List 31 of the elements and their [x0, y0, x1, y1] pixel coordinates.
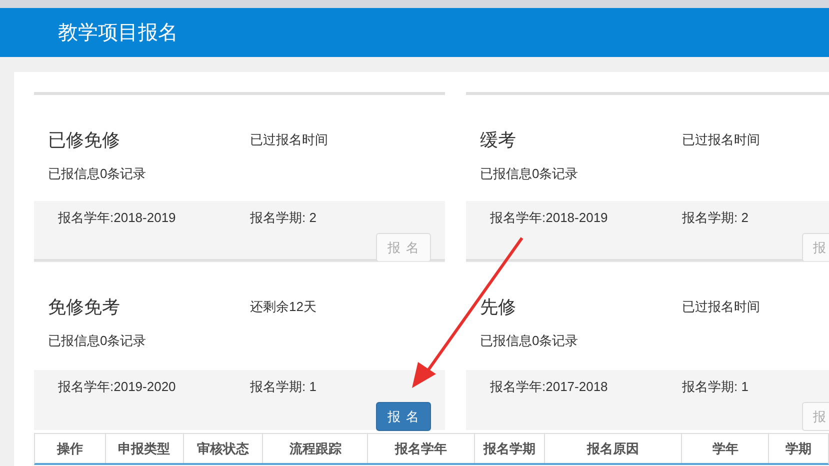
- year-text: 报名学年:2019-2020: [58, 378, 177, 396]
- project-title: 先修: [480, 296, 517, 319]
- term-text: 报名学期: 2: [682, 209, 748, 227]
- page-title: 教学项目报名: [58, 21, 178, 46]
- project-title: 已修免修: [48, 129, 121, 152]
- column-header: 报名原因: [587, 440, 640, 458]
- term-text: 报名学期: 1: [682, 378, 748, 396]
- year-text: 报名学年:2017-2018: [490, 378, 609, 396]
- records-text: 已报信息0条记录: [48, 333, 146, 348]
- year-text: 报名学年:2018-2019: [490, 209, 609, 227]
- project-title: 缓考: [480, 129, 517, 152]
- column-header: 审核状态: [197, 440, 250, 458]
- records-text: 已报信息0条记录: [48, 166, 146, 181]
- status-text: 已过报名时间: [250, 131, 328, 149]
- status-text: 已过报名时间: [682, 298, 760, 316]
- column-header: 操作: [56, 440, 83, 458]
- column-header: 申报类型: [118, 440, 170, 458]
- status-text: 已过报名时间: [682, 131, 760, 149]
- column-header: 学期: [786, 440, 812, 458]
- column-header: 流程跟踪: [289, 440, 342, 458]
- status-text: 还剩余12天: [250, 298, 316, 316]
- records-text: 已报信息0条记录: [480, 166, 578, 181]
- term-text: 报名学期: 1: [250, 378, 316, 396]
- project-title: 免修免考: [48, 296, 121, 319]
- signup-button[interactable]: 报 名: [376, 402, 431, 431]
- year-text: 报名学年:2018-2019: [58, 209, 177, 227]
- term-text: 报名学期: 2: [250, 209, 316, 227]
- column-header: 报名学年: [395, 440, 448, 458]
- column-header: 学年: [712, 440, 738, 458]
- column-header: 报名学期: [483, 440, 536, 458]
- records-text: 已报信息0条记录: [480, 333, 578, 348]
